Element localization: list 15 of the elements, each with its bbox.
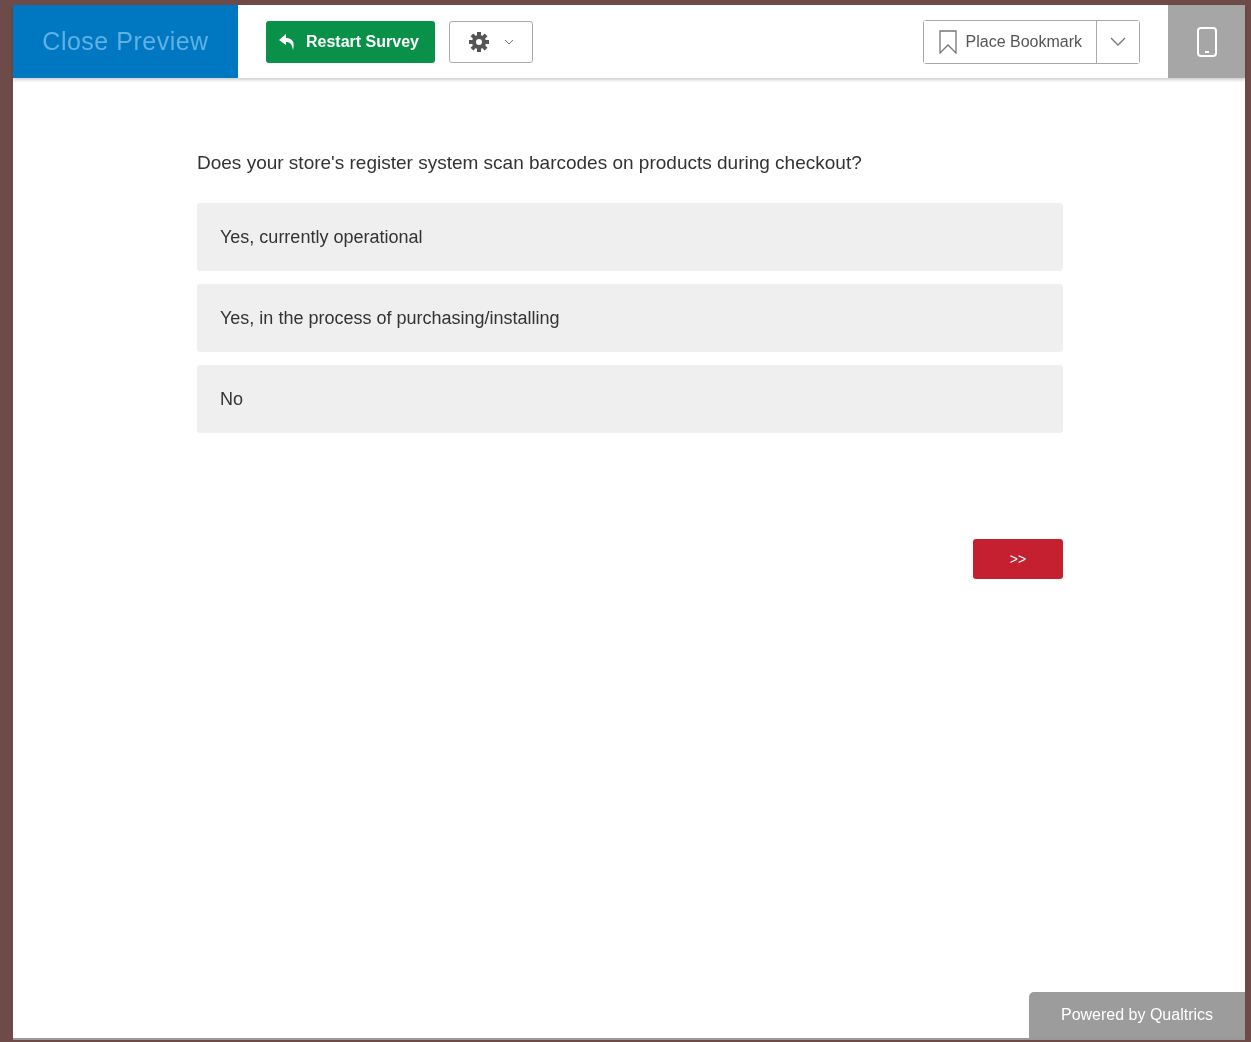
answer-option[interactable]: Yes, in the process of purchasing/installing: [197, 284, 1063, 352]
answer-option[interactable]: Yes, currently operational: [197, 203, 1063, 271]
powered-by-badge: Powered by Qualtrics: [1029, 992, 1245, 1038]
settings-button[interactable]: [448, 20, 533, 63]
bookmark-icon: [937, 29, 958, 54]
next-button[interactable]: >>: [973, 539, 1063, 579]
answer-option[interactable]: No: [197, 365, 1063, 433]
caret-icon: [1110, 37, 1126, 46]
tablet-icon: [1196, 26, 1217, 57]
mobile-view-button[interactable]: [1168, 5, 1245, 78]
place-bookmark-button[interactable]: Place Bookmark: [923, 20, 1097, 63]
caret-icon: [503, 38, 514, 45]
settings-icon: [467, 30, 490, 53]
restart-survey-button[interactable]: Restart Survey: [266, 20, 435, 63]
question-text: Does your store's register system scan barcodes on products during checkout?: [197, 152, 863, 174]
